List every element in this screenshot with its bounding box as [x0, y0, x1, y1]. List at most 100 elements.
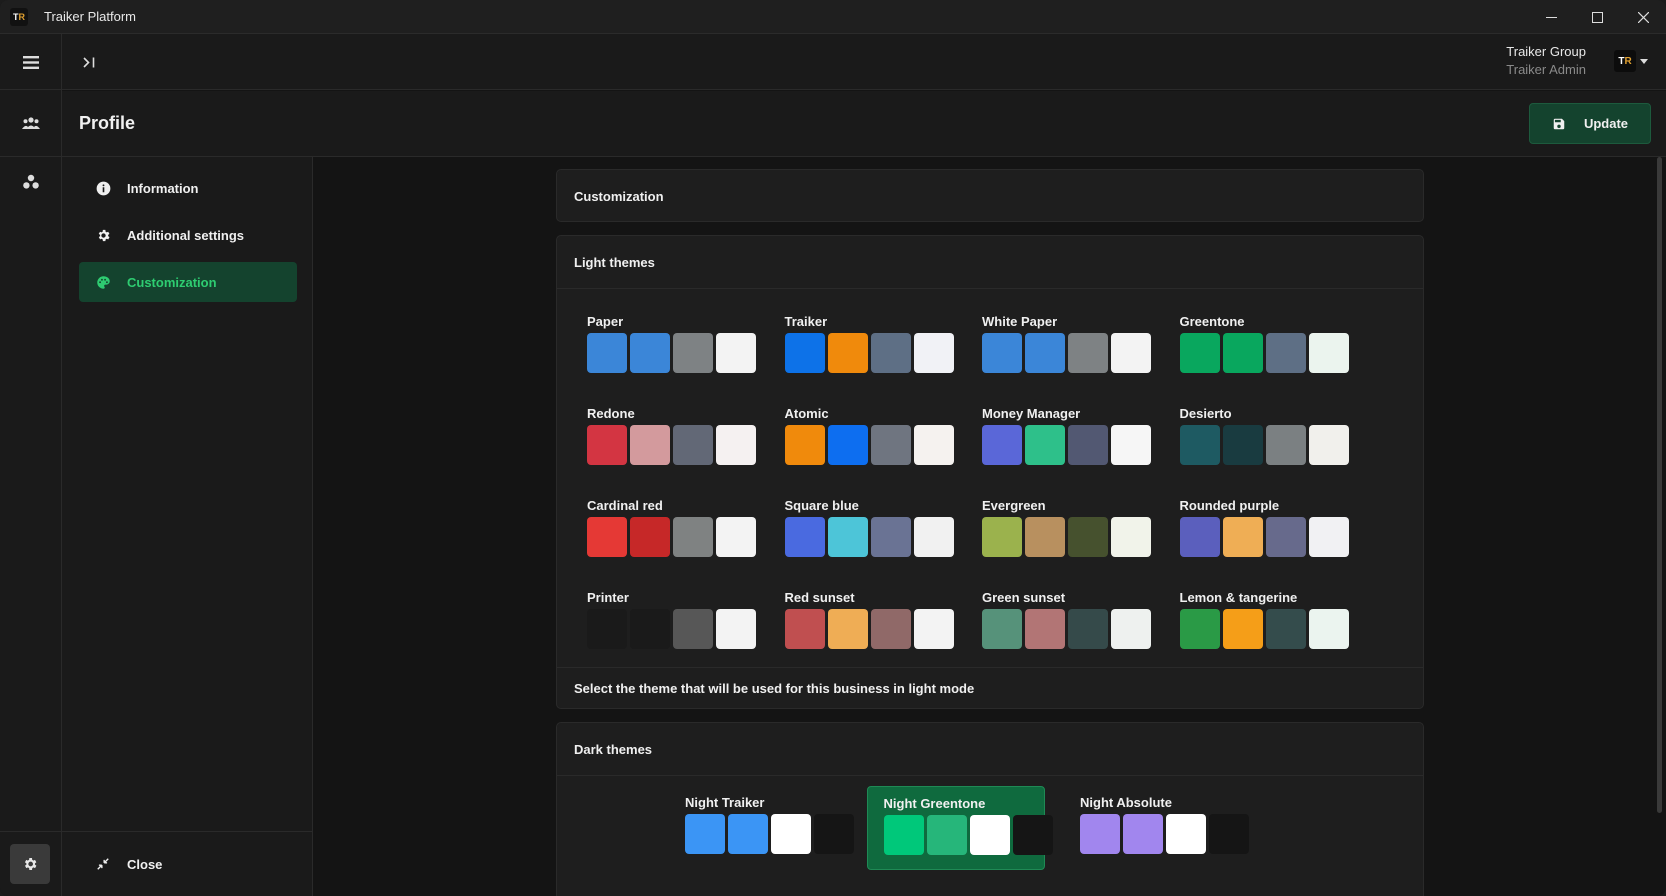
- color-swatch: [784, 425, 825, 465]
- theme-option[interactable]: Evergreen: [966, 489, 1151, 573]
- color-swatch: [630, 517, 670, 557]
- color-swatch: [1166, 814, 1206, 854]
- theme-swatches: [883, 815, 1053, 855]
- color-swatch: [784, 517, 825, 557]
- color-swatch: [784, 333, 825, 373]
- theme-swatches: [1179, 425, 1349, 465]
- theme-option[interactable]: Traiker: [769, 305, 954, 389]
- color-swatch: [1179, 517, 1220, 557]
- theme-option[interactable]: Rounded purple: [1164, 489, 1349, 573]
- theme-name: Paper: [587, 314, 624, 329]
- color-swatch: [673, 609, 713, 649]
- theme-swatches: [784, 517, 954, 557]
- theme-name: Atomic: [784, 406, 829, 421]
- dark-themes-card: Dark themes Night Traiker Night Greentone…: [556, 722, 1424, 896]
- close-button[interactable]: Close: [79, 844, 297, 884]
- maximize-button[interactable]: [1574, 0, 1620, 34]
- theme-swatches: [1179, 609, 1349, 649]
- color-swatch: [1025, 333, 1065, 373]
- sidebar-item-additional-settings[interactable]: Additional settings: [79, 215, 297, 255]
- theme-option[interactable]: Cardinal red: [571, 489, 756, 573]
- theme-swatches: [587, 517, 756, 557]
- theme-swatches: [685, 814, 854, 854]
- sidebar-item-customization[interactable]: Customization: [79, 262, 297, 302]
- theme-name: White Paper: [982, 314, 1058, 329]
- rail-workspace-button[interactable]: [0, 148, 62, 214]
- theme-swatches: [784, 609, 954, 649]
- theme-option[interactable]: Lemon & tangerine: [1164, 581, 1349, 665]
- palette-icon: [79, 275, 127, 290]
- color-swatch: [1068, 609, 1108, 649]
- collapse-icon: [79, 857, 127, 871]
- theme-swatches: [784, 333, 954, 373]
- expand-sidebar-button[interactable]: [62, 34, 116, 90]
- dark-themes-title: Dark themes: [574, 741, 653, 757]
- color-swatch: [1308, 333, 1349, 373]
- theme-option[interactable]: Greentone: [1164, 305, 1349, 389]
- color-swatch: [673, 517, 713, 557]
- customization-card: Customization: [556, 169, 1424, 222]
- theme-name: Lemon & tangerine: [1179, 590, 1298, 605]
- theme-option[interactable]: Square blue: [769, 489, 954, 573]
- color-swatch: [587, 517, 627, 557]
- color-swatch: [1179, 609, 1220, 649]
- theme-option[interactable]: Printer: [571, 581, 756, 665]
- top-header: Traiker Group Traiker Admin TR: [0, 34, 1666, 90]
- color-swatch: [827, 609, 868, 649]
- theme-option[interactable]: Night Traiker: [669, 786, 854, 870]
- color-swatch: [1179, 333, 1220, 373]
- theme-option[interactable]: Night Absolute: [1064, 786, 1249, 870]
- avatar: TR: [1614, 50, 1636, 72]
- color-swatch: [1265, 609, 1306, 649]
- color-swatch: [1265, 425, 1306, 465]
- theme-name: Money Manager: [982, 406, 1081, 421]
- close-icon: [1637, 11, 1649, 23]
- theme-name: Printer: [587, 590, 629, 605]
- window-controls: [1528, 0, 1666, 34]
- account-menu-button[interactable]: TR: [1614, 50, 1648, 72]
- account-role: Traiker Admin: [1506, 62, 1586, 77]
- theme-name: Night Traiker: [685, 795, 765, 810]
- color-swatch: [1123, 814, 1163, 854]
- theme-swatches: [982, 333, 1151, 373]
- color-swatch: [870, 609, 911, 649]
- app-window: TR Traiker Platform Traiker Group Traike…: [0, 0, 1666, 896]
- theme-swatches: [784, 425, 954, 465]
- theme-option[interactable]: Night Greentone: [866, 786, 1053, 870]
- page-header: Profile Update: [62, 91, 1666, 157]
- color-swatch: [1080, 814, 1120, 854]
- theme-option[interactable]: Paper: [571, 305, 756, 389]
- minimize-button[interactable]: [1528, 0, 1574, 34]
- color-swatch: [926, 815, 967, 855]
- theme-option[interactable]: Green sunset: [966, 581, 1151, 665]
- sidebar-item-information[interactable]: Information: [79, 168, 297, 208]
- content-scrollbar[interactable]: [1657, 157, 1662, 813]
- theme-option[interactable]: Red sunset: [769, 581, 954, 665]
- color-swatch: [982, 425, 1022, 465]
- menu-button[interactable]: [0, 34, 62, 90]
- theme-swatches: [1179, 517, 1349, 557]
- color-swatch: [1111, 425, 1151, 465]
- color-swatch: [630, 609, 670, 649]
- theme-name: Rounded purple: [1179, 498, 1280, 513]
- theme-option[interactable]: White Paper: [966, 305, 1151, 389]
- theme-swatches: [587, 425, 756, 465]
- light-themes-card: Light themes Paper Traiker White Paper Gree…: [556, 235, 1424, 709]
- theme-option[interactable]: Redone: [571, 397, 756, 481]
- rail-users-button[interactable]: [0, 90, 62, 156]
- color-swatch: [827, 425, 868, 465]
- theme-option[interactable]: Atomic: [769, 397, 954, 481]
- color-swatch: [1068, 517, 1108, 557]
- rail-settings-button[interactable]: [10, 844, 50, 884]
- theme-name: Cardinal red: [587, 498, 663, 513]
- color-swatch: [827, 517, 868, 557]
- update-button[interactable]: Update: [1529, 103, 1651, 144]
- color-swatch: [982, 609, 1022, 649]
- color-swatch: [870, 425, 911, 465]
- rail-bottom-divider: [0, 831, 62, 832]
- theme-option[interactable]: Money Manager: [966, 397, 1151, 481]
- close-window-button[interactable]: [1620, 0, 1666, 34]
- theme-option[interactable]: Desierto: [1164, 397, 1349, 481]
- color-swatch: [969, 815, 1010, 855]
- customization-title: Customization: [574, 188, 664, 204]
